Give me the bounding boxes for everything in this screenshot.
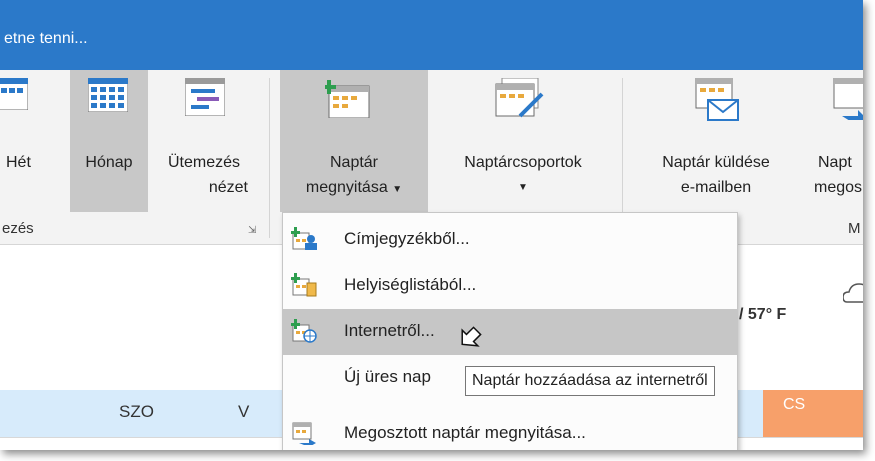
week-view-button[interactable]: Hét xyxy=(0,70,62,212)
menu-item-label: Új üres nap xyxy=(344,367,431,386)
email-calendar-icon xyxy=(695,78,739,121)
group-separator xyxy=(269,78,270,238)
schedule-view-icon xyxy=(185,78,225,116)
share-calendar-button[interactable]: Napt megos xyxy=(808,70,863,212)
schedule-view-label: Ütemezés nézet xyxy=(167,154,248,196)
tell-me-search[interactable]: etne tenni... xyxy=(4,30,88,48)
mouse-cursor-icon xyxy=(461,326,482,347)
menu-item-label: Megosztott naptár megnyitása... xyxy=(344,423,586,442)
outlook-window: etne tenni... Hét Hónap Ütemezés nézet e… xyxy=(0,0,863,450)
month-view-button[interactable]: Hónap xyxy=(70,70,148,212)
tooltip: Naptár hozzáadása az internetről xyxy=(465,366,715,396)
share-calendar-icon xyxy=(833,78,863,120)
dropdown-caret-icon: ▼ xyxy=(518,182,528,193)
week-view-label: Hét xyxy=(6,154,31,171)
today-column-header: CS xyxy=(763,390,863,437)
email-calendar-label: Naptár küldése e-mailben xyxy=(662,154,770,196)
menu-item-label: Internetről... xyxy=(344,321,435,340)
dialog-launcher-icon[interactable]: ⇲ xyxy=(248,225,256,236)
day-label-sunday: V xyxy=(238,402,250,421)
week-calendar-icon xyxy=(0,78,28,110)
calendar-groups-label: Naptárcsoportok ▼ xyxy=(430,150,616,200)
menu-item-label: Helyiséglistából... xyxy=(344,275,477,294)
email-calendar-button[interactable]: Naptár küldése e-mailben xyxy=(628,70,804,212)
group-label-arrangement: ezés xyxy=(2,220,34,237)
open-calendar-icon xyxy=(325,80,370,118)
open-calendar-label: Naptár megnyitása ▼ xyxy=(305,154,403,196)
open-calendar-dropdown-menu: Címjegyzékből... Helyiséglistából... Int… xyxy=(282,212,738,450)
open-calendar-button[interactable]: Naptár megnyitása ▼ xyxy=(280,70,428,212)
menu-item-open-shared-calendar[interactable]: Megosztott naptár megnyitása... xyxy=(283,411,737,450)
day-label-saturday: SZO xyxy=(119,402,154,421)
menu-item-from-room-list[interactable]: Helyiséglistából... xyxy=(283,263,737,309)
menu-item-from-internet[interactable]: Internetről... xyxy=(283,309,737,355)
dropdown-caret-icon: ▼ xyxy=(392,184,403,195)
menu-item-from-address-book[interactable]: Címjegyzékből... xyxy=(283,217,737,263)
address-book-icon xyxy=(291,227,317,250)
share-calendar-label: Napt megos xyxy=(814,154,863,196)
group-label-share: M xyxy=(848,220,861,237)
weather-temperature: / 57° F xyxy=(739,306,787,323)
schedule-view-button[interactable]: Ütemezés nézet xyxy=(152,70,256,212)
month-view-label: Hónap xyxy=(85,154,133,171)
title-bar: etne tenni... xyxy=(0,0,863,70)
menu-item-label: Címjegyzékből... xyxy=(344,229,470,248)
room-list-icon xyxy=(291,273,317,297)
month-calendar-icon xyxy=(88,78,128,112)
shared-calendar-icon xyxy=(292,422,316,445)
cloud-icon xyxy=(843,283,863,303)
calendar-groups-button[interactable]: Naptárcsoportok ▼ xyxy=(430,70,616,212)
calendar-groups-icon xyxy=(495,78,544,118)
internet-calendar-icon xyxy=(291,319,317,343)
